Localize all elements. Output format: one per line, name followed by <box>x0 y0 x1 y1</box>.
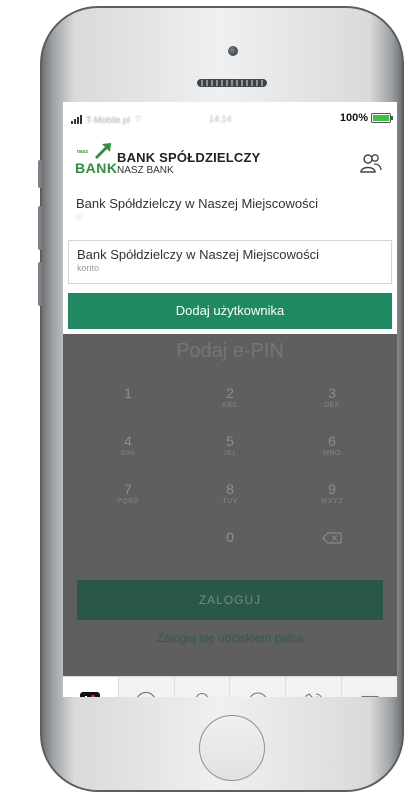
phone-volume-down <box>38 262 42 306</box>
backspace-icon <box>322 532 342 544</box>
key-letters: TUV <box>222 498 238 505</box>
status-battery: 100% <box>339 112 393 124</box>
login-button[interactable]: ZALOGUJ <box>77 580 383 620</box>
keypad-key-2[interactable]: 2 ABC <box>179 384 281 424</box>
key-letters: WXYZ <box>320 498 344 505</box>
front-camera <box>228 46 238 56</box>
logo-bank-text: BANK <box>75 160 118 176</box>
keypad-delete-key[interactable] <box>281 528 383 568</box>
home-button[interactable] <box>199 715 265 781</box>
tab-location[interactable] <box>175 677 231 697</box>
carrier-name: T-Mobile.pl <box>86 114 131 125</box>
key-digit: 5 <box>226 433 234 449</box>
bank-subtitle: NASZ BANK <box>117 165 174 176</box>
add-user-button[interactable]: Dodaj użytkownika <box>68 293 392 329</box>
keypad-key-4[interactable]: 4 GHI <box>77 432 179 472</box>
key-letters: MNO <box>323 450 341 457</box>
phone-screen: T-Mobile.pl ⌔ 14:14 100% nasz BANK BANK … <box>63 102 397 697</box>
key-digit: 4 <box>124 433 132 449</box>
app-header: nasz BANK BANK SPÓŁDZIELCZY NASZ BANK <box>63 132 397 187</box>
users-switch-icon[interactable] <box>359 152 383 174</box>
key-letters: JKL <box>223 450 237 457</box>
fingerprint-login-link[interactable]: Zaloguj się odciskiem palca <box>63 631 397 645</box>
status-time: 14:14 <box>209 114 232 124</box>
keypad-key-5[interactable]: 5 JKL <box>179 432 281 472</box>
bottom-tab-bar <box>63 676 397 697</box>
account-title: Bank Spółdzielczy w Naszej Miejscowości <box>76 196 319 211</box>
key-letters: DEF <box>324 402 340 409</box>
key-digit: 3 <box>328 385 336 401</box>
keypad-key-6[interactable]: 6 MNO <box>281 432 383 472</box>
signal-icon <box>71 115 82 124</box>
tab-mail[interactable] <box>342 677 397 697</box>
account-title: Bank Spółdzielczy w Naszej Miejscowości <box>77 247 320 262</box>
status-carrier: T-Mobile.pl ⌔ <box>71 114 142 125</box>
tab-qr[interactable] <box>119 677 175 697</box>
tab-info[interactable] <box>230 677 287 697</box>
phone-volume-up <box>38 206 42 250</box>
phone-side-button <box>38 160 42 188</box>
qr-code-icon <box>137 691 156 697</box>
keypad-key-0[interactable]: 0 <box>179 528 281 568</box>
login-panel-dimmed: Podaj e-PIN 1 2 ABC 3 DEF 4 GHI 5 JKL 6 MNO 7… <box>63 334 397 676</box>
key-letters: GHI <box>121 450 135 457</box>
tab-app[interactable] <box>63 677 119 697</box>
battery-percent: 100% <box>339 112 368 124</box>
key-digit: 0 <box>226 529 234 545</box>
key-letters: PQRS <box>117 498 139 505</box>
tab-phone[interactable] <box>286 677 343 697</box>
keypad-key-3[interactable]: 3 DEF <box>281 384 383 424</box>
stage: T-Mobile.pl ⌔ 14:14 100% nasz BANK BANK … <box>0 0 410 795</box>
account-subtitle: •• <box>76 212 83 222</box>
key-digit: 1 <box>124 385 132 401</box>
pin-prompt: Podaj e-PIN <box>176 340 284 362</box>
wifi-icon: ⌔ <box>134 114 143 124</box>
bank-name: BANK SPÓŁDZIELCZY <box>117 150 261 165</box>
account-dropdown: Bank Spółdzielczy w Naszej Miejscowości … <box>63 187 397 329</box>
mail-icon <box>360 695 379 697</box>
bank-app-icon <box>80 691 101 697</box>
keypad-key-1[interactable]: 1 <box>77 384 179 424</box>
key-digit: 6 <box>328 433 336 449</box>
account-item-selected[interactable]: Bank Spółdzielczy w Naszej Miejscowości … <box>68 240 392 284</box>
key-digit: 9 <box>328 481 336 497</box>
info-icon <box>249 691 267 697</box>
logo-arrow-icon <box>95 143 111 159</box>
logo-small-text: nasz <box>77 149 89 155</box>
bank-logo: nasz BANK <box>75 142 117 176</box>
key-digit: 8 <box>226 481 234 497</box>
key-letters: ABC <box>222 402 238 409</box>
account-item[interactable]: Bank Spółdzielczy w Naszej Miejscowości … <box>68 190 392 234</box>
account-subtitle: konto <box>77 263 100 273</box>
phone-icon <box>305 692 322 697</box>
earpiece-speaker <box>197 79 267 87</box>
location-pin-icon <box>195 692 209 697</box>
keypad-key-7[interactable]: 7 PQRS <box>77 480 179 520</box>
key-digit: 7 <box>124 481 132 497</box>
keypad-key-8[interactable]: 8 TUV <box>179 480 281 520</box>
keypad-key-9[interactable]: 9 WXYZ <box>281 480 383 520</box>
key-digit: 2 <box>226 385 234 401</box>
battery-icon <box>371 113 393 123</box>
status-bar: T-Mobile.pl ⌔ 14:14 100% <box>63 102 397 132</box>
